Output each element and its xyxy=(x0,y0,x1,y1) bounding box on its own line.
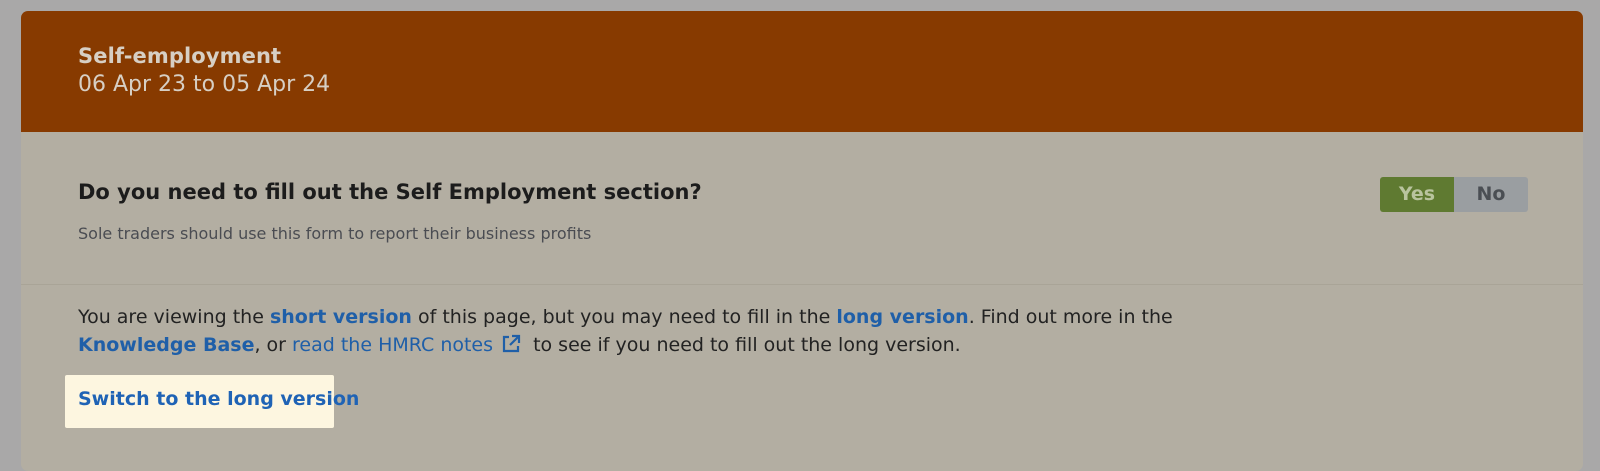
self-employment-card: Self-employment 06 Apr 23 to 05 Apr 24 D… xyxy=(21,11,1583,471)
short-version-link[interactable]: short version xyxy=(270,306,412,328)
version-info-text: You are viewing the short version of thi… xyxy=(78,303,1278,359)
question-text: Do you need to fill out the Self Employm… xyxy=(78,180,702,204)
question-block: Do you need to fill out the Self Employm… xyxy=(21,132,1583,285)
switch-version-box: Switch to the long version xyxy=(65,375,359,428)
switch-to-long-version-link[interactable]: Switch to the long version xyxy=(78,388,359,410)
no-button[interactable]: No xyxy=(1454,177,1528,212)
question-hint: Sole traders should use this form to rep… xyxy=(78,224,592,243)
yes-button[interactable]: Yes xyxy=(1380,177,1454,212)
hmrc-notes-link[interactable]: read the HMRC notes xyxy=(292,334,493,356)
info-text-part: , or xyxy=(254,334,293,356)
info-text-part: to see if you need to fill out the long … xyxy=(527,334,961,356)
knowledge-base-link[interactable]: Knowledge Base xyxy=(78,334,254,356)
section-title: Self-employment xyxy=(78,44,282,68)
card-header: Self-employment 06 Apr 23 to 05 Apr 24 xyxy=(21,11,1583,132)
info-text-part: of this page, but you may need to fill i… xyxy=(411,306,837,328)
tax-period: 06 Apr 23 to 05 Apr 24 xyxy=(78,72,331,97)
info-text-part: . Find out more in the xyxy=(968,306,1173,328)
external-link-icon[interactable] xyxy=(501,334,521,354)
yes-no-toggle: Yes No xyxy=(1380,177,1528,212)
long-version-link[interactable]: long version xyxy=(836,306,968,328)
info-text-part: You are viewing the xyxy=(78,306,270,328)
